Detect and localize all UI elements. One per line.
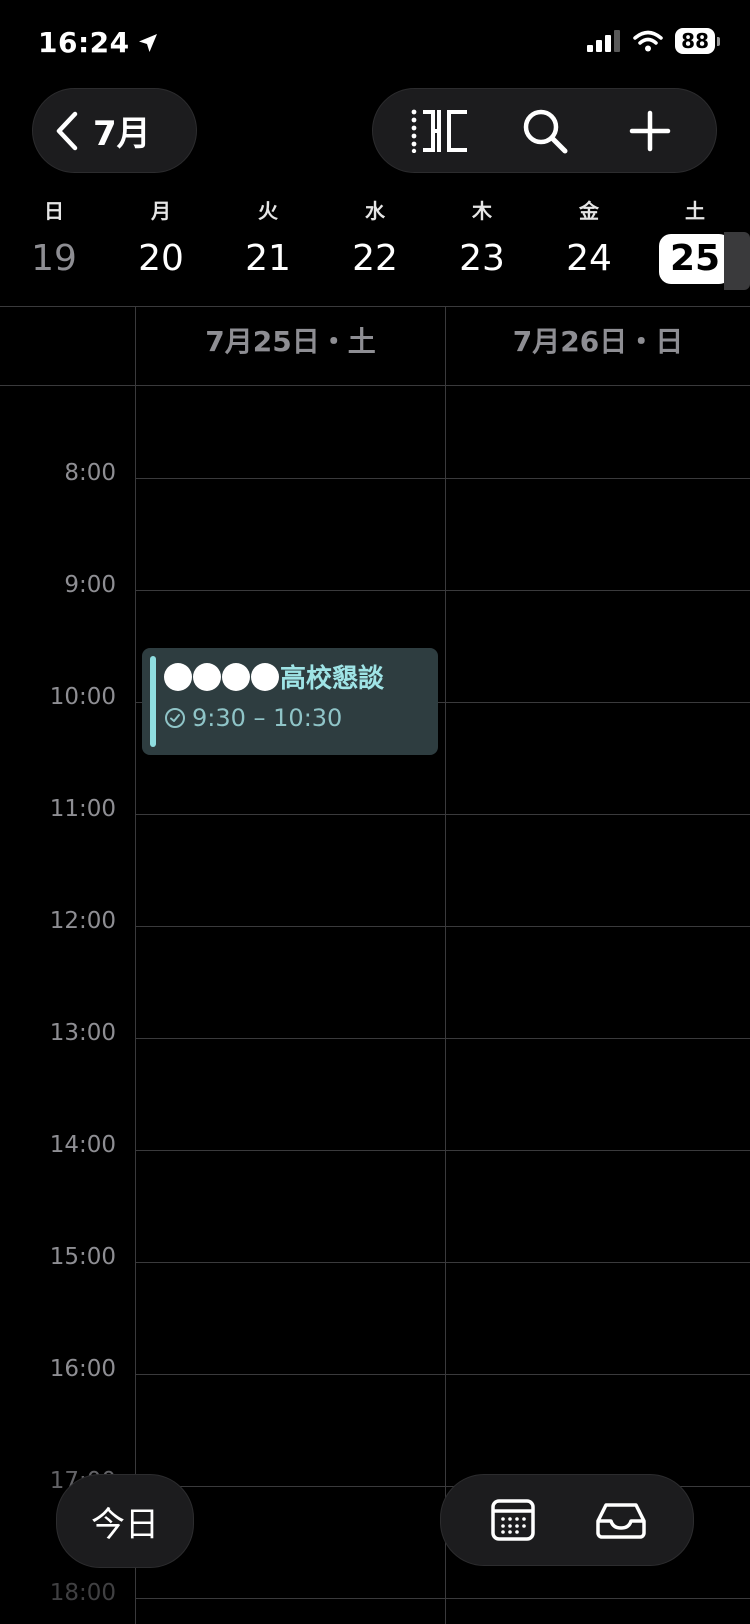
day-column-divider <box>445 306 446 1624</box>
inbox-tray-icon <box>596 1503 646 1539</box>
day-number: 19 <box>31 238 77 279</box>
day-number: 24 <box>566 238 612 279</box>
battery-level: 88 <box>675 28 715 54</box>
search-button[interactable] <box>515 101 575 161</box>
cellular-signal-icon <box>587 30 621 52</box>
day-number-selected: 25 <box>659 234 731 284</box>
week-day-19[interactable]: 日 19 <box>4 196 104 284</box>
weekday-label: 土 <box>685 199 705 223</box>
add-event-button[interactable] <box>620 101 680 161</box>
location-arrow-icon <box>138 33 157 52</box>
redaction-mark <box>164 662 192 691</box>
hour-label: 16:00 <box>49 1356 116 1382</box>
week-strip: 日 19 月 20 火 21 水 22 木 23 金 24 土 25 <box>0 196 750 296</box>
today-button-label: 今日 <box>91 1504 159 1545</box>
battery-indicator: 88 <box>675 28 720 54</box>
column-header-day1: 7月25日・土 <box>205 325 376 358</box>
hour-label: 12:00 <box>49 908 116 934</box>
hour-line <box>135 814 750 815</box>
hour-line <box>135 1374 750 1375</box>
hour-line <box>135 590 750 591</box>
inbox-button[interactable] <box>591 1490 651 1550</box>
redaction-mark <box>222 662 250 691</box>
hour-line <box>135 1598 750 1599</box>
column-header-day2: 7月26日・日 <box>512 325 684 358</box>
plus-icon <box>629 110 670 151</box>
view-mode-button[interactable] <box>410 101 470 161</box>
hour-line <box>135 926 750 927</box>
weekday-label: 火 <box>258 199 278 223</box>
hour-label: 11:00 <box>49 796 116 822</box>
battery-cap <box>717 36 720 46</box>
event-time-text: 9:30 – 10:30 <box>192 704 343 732</box>
week-day-21[interactable]: 火 21 <box>218 196 318 284</box>
toolbar <box>372 88 717 173</box>
search-icon <box>523 109 567 153</box>
week-day-20[interactable]: 月 20 <box>111 196 211 284</box>
calendars-button[interactable] <box>483 1490 543 1550</box>
clock-icon <box>165 708 185 728</box>
selected-day-edge <box>724 232 750 290</box>
view-mode-icon <box>411 109 467 153</box>
hour-line <box>135 1262 750 1263</box>
weekday-label: 木 <box>472 199 492 223</box>
week-day-24[interactable]: 金 24 <box>539 196 639 284</box>
week-day-23[interactable]: 木 23 <box>432 196 532 284</box>
divider <box>0 385 750 386</box>
hour-label: 13:00 <box>49 1020 116 1046</box>
bottom-toolbar <box>440 1474 694 1566</box>
event-card[interactable]: 高校懇談 9:30 – 10:30 <box>142 648 438 755</box>
redaction-mark <box>193 662 221 691</box>
event-title-text: 高校懇談 <box>280 664 385 694</box>
weekday-label: 水 <box>365 199 385 223</box>
status-time: 16:24 <box>38 26 160 59</box>
wifi-icon <box>633 30 663 52</box>
day-number: 22 <box>352 238 398 279</box>
today-button[interactable]: 今日 <box>56 1474 194 1568</box>
event-color-bar <box>150 656 156 747</box>
hour-label: 14:00 <box>49 1132 116 1158</box>
event-time: 9:30 – 10:30 <box>164 704 342 732</box>
chevron-left-icon <box>56 111 78 150</box>
weekday-label: 月 <box>151 199 171 223</box>
hour-label: 15:00 <box>49 1244 116 1270</box>
week-day-22[interactable]: 水 22 <box>325 196 425 284</box>
back-month-button[interactable]: 7月 <box>32 88 197 173</box>
day-number: 21 <box>245 238 291 279</box>
hour-line <box>135 1038 750 1039</box>
redaction-mark <box>251 662 279 691</box>
hour-label: 18:00 <box>49 1580 116 1606</box>
hour-line <box>135 1150 750 1151</box>
hour-line <box>135 478 750 479</box>
status-time-text: 16:24 <box>38 26 130 59</box>
weekday-label: 日 <box>44 199 64 223</box>
hour-label: 10:00 <box>49 684 116 710</box>
calendar-icon <box>491 1499 535 1541</box>
weekday-label: 金 <box>579 199 599 223</box>
status-indicators: 88 <box>587 28 720 54</box>
day-number: 20 <box>138 238 184 279</box>
back-month-label: 7月 <box>93 114 151 154</box>
day-number: 23 <box>459 238 505 279</box>
hour-label: 8:00 <box>64 460 116 486</box>
event-title: 高校懇談 <box>164 658 384 695</box>
time-column-divider <box>135 306 136 1624</box>
hour-label: 9:00 <box>64 572 116 598</box>
divider <box>0 306 750 307</box>
